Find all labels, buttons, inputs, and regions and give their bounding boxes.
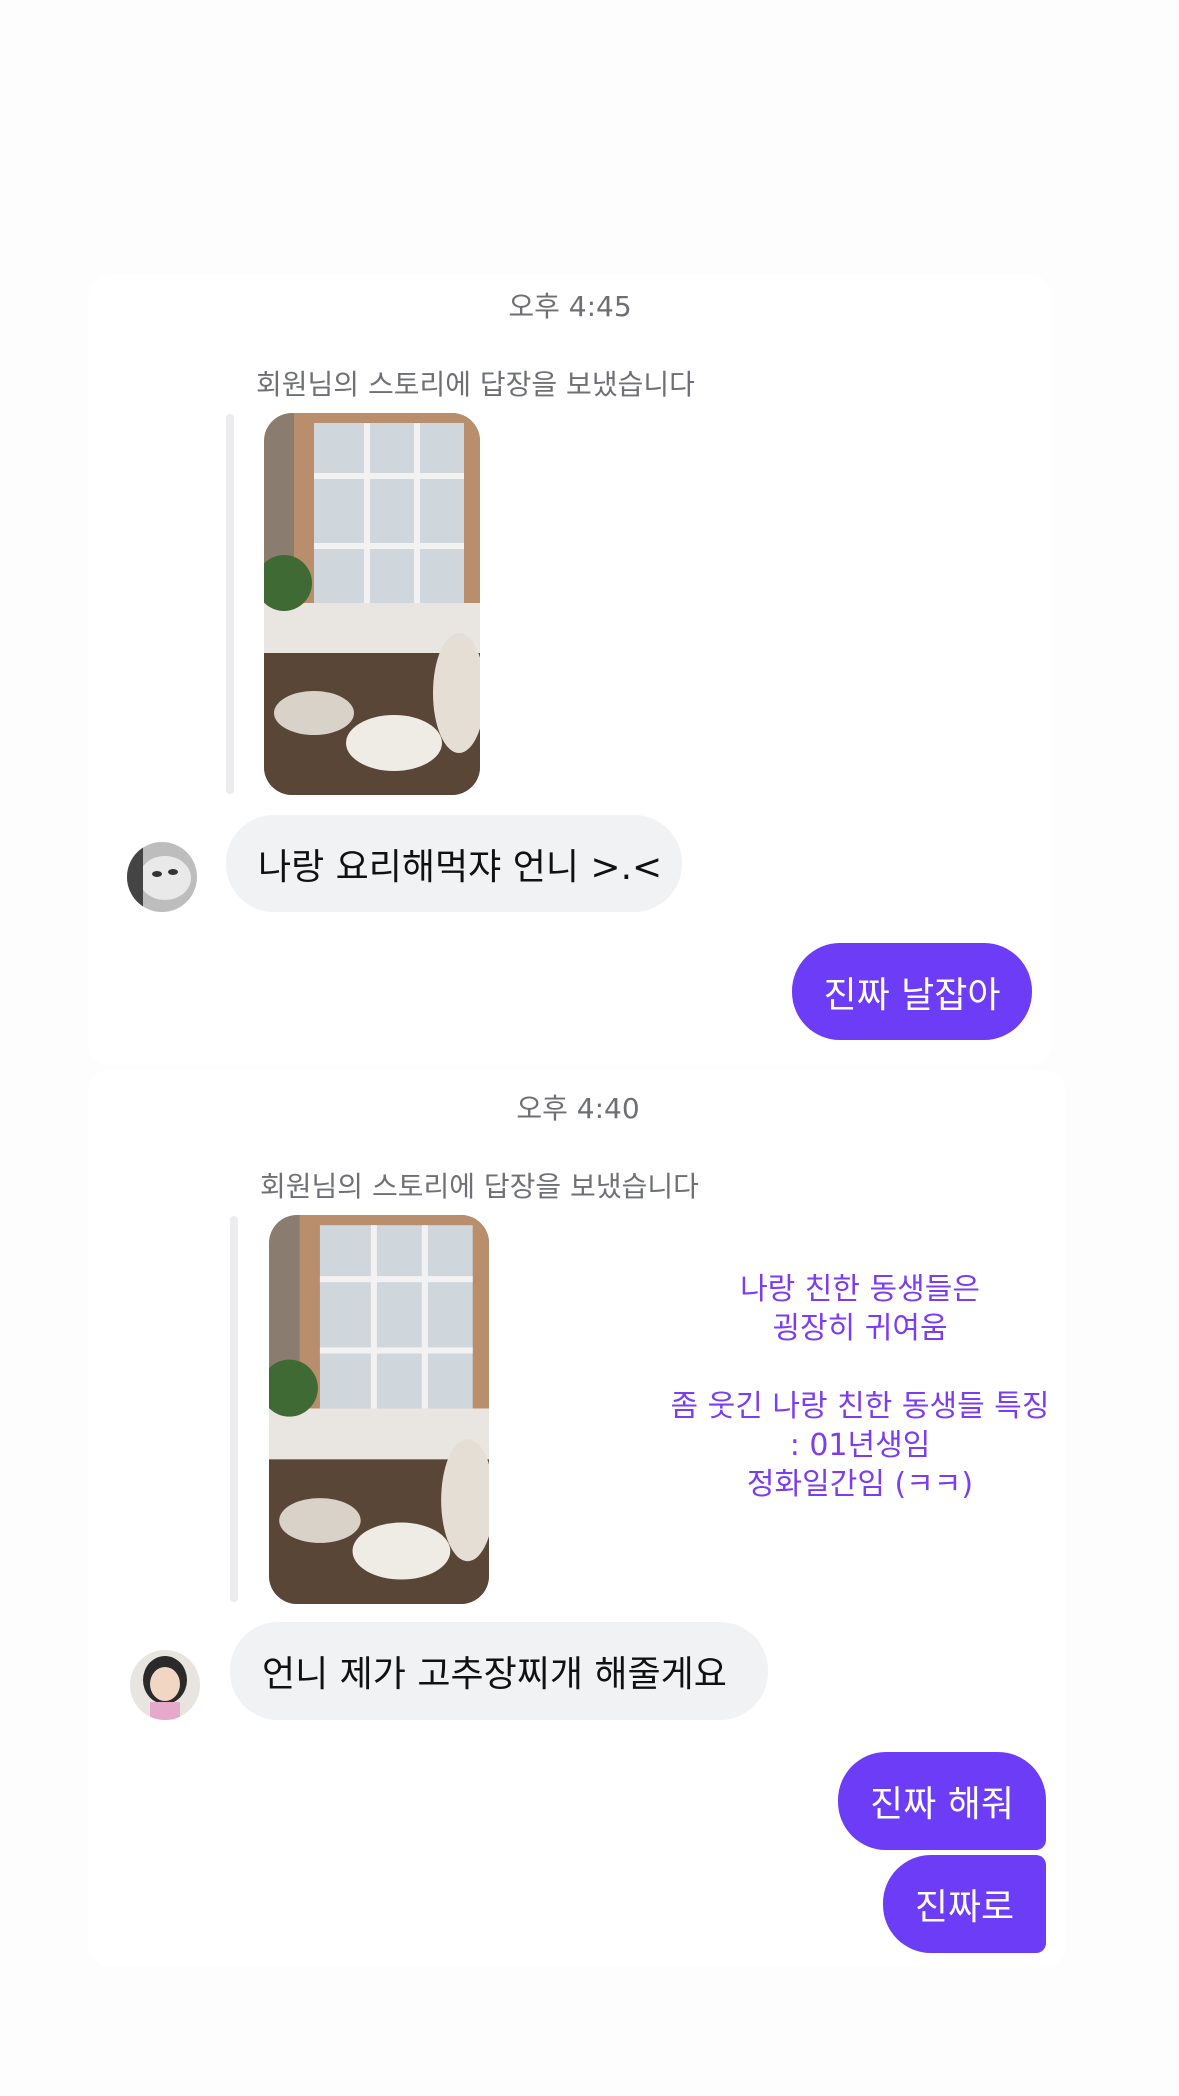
- avatar-image: [130, 1650, 200, 1720]
- story-image-placeholder: [264, 413, 480, 795]
- story-quote-bar: [230, 1216, 238, 1602]
- story-thumbnail[interactable]: [269, 1215, 489, 1604]
- story-image-placeholder: [269, 1215, 489, 1604]
- note-line: 굉장히 귀여움: [772, 1311, 948, 1346]
- note-line: 나랑 친한 동생들은: [740, 1272, 980, 1307]
- story-quote-bar: [226, 414, 234, 794]
- story-reply-caption: 회원님의 스토리에 답장을 보냈습니다: [260, 1170, 699, 1203]
- note-line: 정화일간임 (ㅋㅋ): [746, 1467, 974, 1502]
- story-thumbnail[interactable]: [264, 413, 480, 795]
- message-timestamp: 오후 4:45: [508, 290, 632, 323]
- message-timestamp: 오후 4:40: [516, 1092, 640, 1125]
- note-line: 좀 웃긴 나랑 친한 동생들 특징: [670, 1389, 1050, 1424]
- outgoing-message-bubble[interactable]: 진짜로: [883, 1855, 1046, 1953]
- story-overlay-note: 나랑 친한 동생들은 굉장히 귀여움 좀 웃긴 나랑 친한 동생들 특징 : 0…: [640, 1270, 1080, 1504]
- incoming-message-bubble[interactable]: 언니 제가 고추장찌개 해줄게요: [230, 1622, 768, 1720]
- story-reply-caption: 회원님의 스토리에 답장을 보냈습니다: [256, 368, 695, 401]
- incoming-message-bubble[interactable]: 나랑 요리해먹쟈 언니 >.<: [226, 815, 682, 912]
- note-spacer: [640, 1348, 1080, 1387]
- outgoing-message-bubble[interactable]: 진짜 해줘: [838, 1752, 1046, 1850]
- contact-avatar[interactable]: [127, 842, 197, 912]
- contact-avatar[interactable]: [130, 1650, 200, 1720]
- note-line: : 01년생임: [789, 1428, 931, 1463]
- avatar-image: [127, 842, 197, 912]
- outgoing-message-bubble[interactable]: 진짜 날잡아: [792, 943, 1032, 1040]
